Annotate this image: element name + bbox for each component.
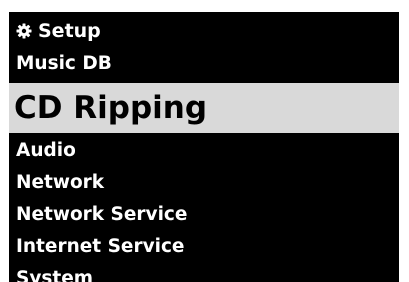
menu-item-audio[interactable]: Audio	[9, 135, 399, 167]
setup-screen: Setup Music DB CD Ripping Audio Network …	[9, 12, 399, 282]
page-title: Setup	[38, 20, 101, 42]
menu-item-music-db[interactable]: Music DB	[9, 48, 399, 80]
header-bar: Setup	[9, 15, 399, 47]
menu-item-network-service[interactable]: Network Service	[9, 199, 399, 231]
menu-item-network[interactable]: Network	[9, 167, 399, 199]
setup-menu: Music DB CD Ripping Audio Network Networ…	[9, 48, 399, 282]
menu-item-system[interactable]: System	[9, 263, 399, 282]
gear-icon	[16, 23, 32, 39]
menu-item-cd-ripping[interactable]: CD Ripping	[9, 83, 399, 133]
menu-item-internet-service[interactable]: Internet Service	[9, 231, 399, 263]
